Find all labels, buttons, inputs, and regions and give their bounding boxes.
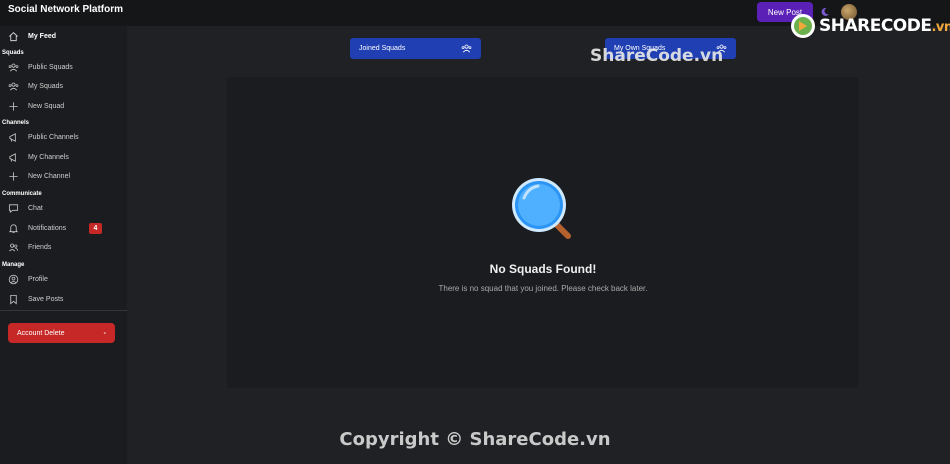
bell-icon [8,223,19,233]
sidebar: My Feed Squads Public Squads My Squads N… [0,26,127,464]
sidebar-item-profile[interactable]: Profile [0,270,127,288]
users-group-icon [8,63,19,71]
plus-icon [9,171,18,181]
sidebar-item-label: New Squad [28,102,65,110]
section-title-manage: Manage [2,262,25,268]
section-title-squads: Squads [2,50,24,56]
watermark-top: ShareCode.vn [590,46,724,66]
section-title-communicate: Communicate [2,191,42,197]
sidebar-divider [0,310,127,311]
sidebar-item-label: Public Squads [28,63,73,71]
sidebar-item-label: Public Channels [28,133,79,141]
user-circle-icon [8,274,19,284]
sidebar-item-label: Friends [28,243,52,251]
home-icon [9,31,18,41]
sidebar-item-label: New Channel [28,172,71,180]
brand-logo: SHARECODE.vn [790,11,950,41]
brand-logo-icon [791,14,815,38]
sidebar-item-new-squad[interactable]: New Squad [0,97,127,115]
bookmark-icon [10,294,17,305]
sidebar-item-my-feed[interactable]: My Feed [0,27,127,45]
account-delete-label: Account Delete [17,329,65,337]
section-title-channels: Channels [2,120,30,126]
account-delete-button[interactable]: Account Delete - [8,323,115,343]
empty-state-title: No Squads Found! [489,262,597,276]
account-delete-dash: - [103,329,106,337]
notification-badge: 4 [89,222,102,234]
sidebar-item-save-posts[interactable]: Save Posts [0,290,127,308]
megaphone-icon [9,132,16,142]
sidebar-item-my-channels[interactable]: My Channels [0,148,127,166]
sidebar-item-label: Save Posts [28,295,64,303]
sidebar-item-public-channels[interactable]: Public Channels [0,128,127,146]
sidebar-item-label: My Feed [28,32,57,40]
sidebar-item-friends[interactable]: Friends [0,238,127,256]
friends-icon [9,243,19,251]
plus-icon [9,101,18,111]
sidebar-item-public-squads[interactable]: Public Squads [0,58,127,76]
sidebar-item-label: Profile [28,275,48,283]
sidebar-item-label: Notifications [28,224,67,232]
watermark-bottom: Copyright © ShareCode.vn [339,429,611,450]
brand-logo-suffix: .vn [931,20,950,35]
search-icon [512,178,571,239]
sidebar-item-label: Chat [28,204,43,212]
app-title[interactable]: Social Network Platform [8,4,123,15]
chat-icon [8,203,19,213]
sidebar-item-label: My Channels [28,153,69,161]
sidebar-item-new-channel[interactable]: New Channel [0,167,127,185]
empty-state-description: There is no squad that you joined. Pleas… [438,284,648,293]
brand-logo-text: SHARECODE [819,16,932,36]
megaphone-icon [9,152,16,162]
sidebar-item-notifications[interactable]: Notifications 4 [0,219,127,237]
sidebar-item-chat[interactable]: Chat [0,199,127,217]
users-group-icon [8,82,19,90]
sidebar-item-my-squads[interactable]: My Squads [0,77,127,95]
sidebar-item-label: My Squads [28,82,64,90]
